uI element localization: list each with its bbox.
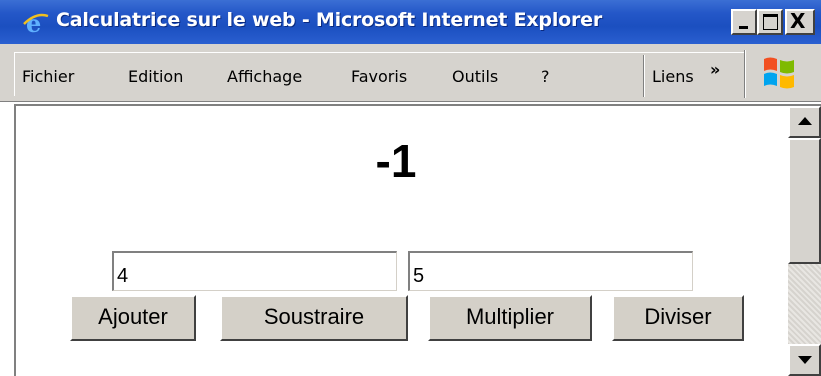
links-toolbar-button[interactable]: Liens [652,67,694,86]
menu-favoris[interactable]: Favoris [351,67,407,86]
menu-outils[interactable]: Outils [452,67,498,86]
links-separator [643,55,645,97]
first-number-input[interactable] [112,251,397,291]
add-button[interactable]: Ajouter [70,295,196,341]
multiply-button[interactable]: Multiplier [428,295,592,341]
internet-explorer-icon: e [23,10,49,36]
menu-fichier[interactable]: Fichier [22,67,74,86]
vertical-scrollbar[interactable] [788,106,821,376]
subtract-button[interactable]: Soustraire [220,295,408,341]
menu-help[interactable]: ? [541,67,550,86]
scroll-up-button[interactable] [788,106,821,138]
scroll-down-button[interactable] [788,344,821,376]
close-icon: X [790,9,806,33]
scroll-thumb[interactable] [788,138,821,264]
menu-affichage[interactable]: Affichage [227,67,302,86]
second-number-input[interactable] [408,251,693,291]
window-title: Calculatrice sur le web - Microsoft Inte… [56,9,603,31]
minimize-button[interactable] [731,9,757,35]
menu-bar [0,44,821,102]
maximize-button[interactable] [757,9,783,35]
title-bar: e Calculatrice sur le web - Microsoft In… [0,0,821,44]
logo-separator [744,50,746,98]
svg-text:e: e [26,10,41,36]
result-display: -1 [375,135,417,187]
divide-button[interactable]: Diviser [612,295,744,341]
menu-edition[interactable]: Edition [128,67,183,86]
windows-logo-icon [764,57,794,89]
chevron-icon[interactable]: » [710,60,720,79]
close-button[interactable]: X [785,9,815,35]
